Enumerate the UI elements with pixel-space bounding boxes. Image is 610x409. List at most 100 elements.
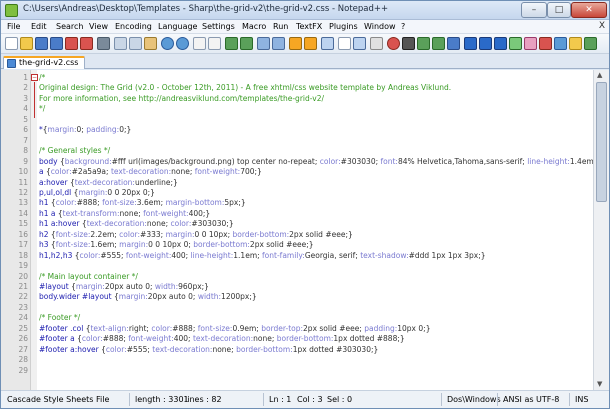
arrow-double-icon[interactable] <box>494 37 507 50</box>
maximize-button[interactable]: □ <box>547 2 571 18</box>
replace-icon[interactable] <box>208 37 221 50</box>
code-line[interactable]: 16 h2 {font-size:2.2em; color:#333; margi… <box>1 230 591 240</box>
play-multiple-macro-icon[interactable] <box>432 37 445 50</box>
code-line[interactable]: 24 /* Footer */ <box>1 313 591 323</box>
code-line[interactable]: 20 /* Main layout container */ <box>1 272 591 282</box>
plugin-blue-icon[interactable] <box>554 37 567 50</box>
line-number: 19 <box>18 261 28 271</box>
paste-icon[interactable] <box>144 37 157 50</box>
code-line[interactable]: 23 <box>1 303 591 313</box>
menu-plugins[interactable]: Plugins <box>329 22 358 31</box>
code-line[interactable]: 25 #footer .col {text-align:right; color:… <box>1 324 591 334</box>
menu-window[interactable]: Window <box>364 22 396 31</box>
doc-map-icon[interactable] <box>338 37 351 50</box>
close-file-icon[interactable] <box>65 37 78 50</box>
status-divider <box>497 393 498 406</box>
status-encoding[interactable]: ANSI as UTF-8 <box>503 395 559 404</box>
code-line[interactable]: 10 a {color:#2a5a9a; text-decoration:none… <box>1 167 591 177</box>
scrollbar-thumb[interactable] <box>596 82 607 202</box>
code-line[interactable]: 2 Original design: The Grid (v2.0 - Octob… <box>1 83 591 93</box>
title-bar[interactable]: C:\Users\Andreas\Desktop\Templates - Sha… <box>1 1 609 20</box>
code-token: none; <box>146 219 171 229</box>
plugin-green-icon[interactable] <box>584 37 597 50</box>
menu-file[interactable]: File <box>7 22 20 31</box>
menu-settings[interactable]: Settings <box>202 22 235 31</box>
code-line[interactable]: 18 h1,h2,h3 {color:#555; font-weight:400;… <box>1 251 591 261</box>
save-macro-icon[interactable] <box>447 37 460 50</box>
sync-scroll-icon[interactable] <box>257 37 270 50</box>
code-line[interactable]: 13 h1 {color:#888; font-size:3.6em; margi… <box>1 198 591 208</box>
code-line[interactable]: 26 #footer a {color:#888; font-weight:400… <box>1 334 591 344</box>
code-line[interactable]: 27 #footer a:hover {color:#555; text-deco… <box>1 345 591 355</box>
code-line[interactable]: 21 #layout {margin:20px auto 0; width:960… <box>1 282 591 292</box>
code-line[interactable]: 15 h1 a:hover {text-decoration:none; colo… <box>1 219 591 229</box>
menu-textfx[interactable]: TextFX <box>296 22 322 31</box>
code-line[interactable]: 8 /* General styles */ <box>1 146 591 156</box>
close-button[interactable]: ✕ <box>571 2 607 18</box>
menu-view[interactable]: View <box>89 22 108 31</box>
play-macro-icon[interactable] <box>417 37 430 50</box>
code-line[interactable]: 4 */ <box>1 104 591 114</box>
save-all-icon[interactable] <box>50 37 63 50</box>
find-icon[interactable] <box>193 37 206 50</box>
function-list-icon[interactable] <box>353 37 366 50</box>
show-all-chars-icon[interactable] <box>289 37 302 50</box>
udl-icon[interactable] <box>321 37 334 50</box>
tab-the-grid-v2-css[interactable]: the-grid-v2.css <box>3 56 85 69</box>
plugin-red-icon[interactable] <box>539 37 552 50</box>
indent-guide-icon[interactable] <box>304 37 317 50</box>
menu-edit[interactable]: Edit <box>31 22 47 31</box>
plugin-tool-icon[interactable] <box>509 37 522 50</box>
zoom-in-icon[interactable] <box>225 37 238 50</box>
status-insert-mode[interactable]: INS <box>575 395 588 404</box>
code-line[interactable]: 5 <box>1 115 591 125</box>
redo-icon[interactable] <box>176 37 189 50</box>
code-line[interactable]: 3 For more information, see http://andrea… <box>1 94 591 104</box>
arrow-down-icon[interactable] <box>479 37 492 50</box>
code-line[interactable]: 1 /* <box>1 73 591 83</box>
code-line[interactable]: 14 h1 a {text-transform:none; font-weight… <box>1 209 591 219</box>
stop-macro-icon[interactable] <box>402 37 415 50</box>
open-file-icon[interactable] <box>20 37 33 50</box>
menu-help[interactable]: ? <box>401 22 405 31</box>
menu-run[interactable]: Run <box>273 22 288 31</box>
menu-macro[interactable]: Macro <box>242 22 266 31</box>
scroll-up-icon[interactable]: ▲ <box>597 71 602 79</box>
record-macro-icon[interactable] <box>387 37 400 50</box>
code-line[interactable]: 9 body {background:#fff url(images/backgr… <box>1 157 601 167</box>
code-line[interactable]: 22 body.wider #layout {margin:20px auto 0… <box>1 292 591 302</box>
menu-encoding[interactable]: Encoding <box>115 22 152 31</box>
undo-icon[interactable] <box>161 37 174 50</box>
close-document-x[interactable]: X <box>599 21 605 31</box>
cut-icon[interactable] <box>114 37 127 50</box>
code-line[interactable]: 28 <box>1 355 591 365</box>
copy-icon[interactable] <box>129 37 142 50</box>
code-editor[interactable]: − 1/* 2 Original design: The Grid (v2.0 - … <box>1 70 609 390</box>
code-line[interactable]: 29 <box>1 366 591 376</box>
new-file-icon[interactable] <box>5 37 18 50</box>
print-icon[interactable] <box>97 37 110 50</box>
scroll-down-icon[interactable]: ▼ <box>597 380 602 388</box>
minimize-button[interactable]: – <box>521 2 547 18</box>
save-icon[interactable] <box>35 37 48 50</box>
code-line[interactable]: 11 a:hover {text-decoration:underline;} <box>1 178 591 188</box>
code-token: #layout <box>39 282 72 291</box>
zoom-out-icon[interactable] <box>240 37 253 50</box>
plugin-heart-icon[interactable] <box>524 37 537 50</box>
folder-workspace-icon[interactable] <box>370 37 383 50</box>
plugin-yellow-icon[interactable] <box>569 37 582 50</box>
arrow-up-icon[interactable] <box>464 37 477 50</box>
code-text: a:hover {text-decoration:underline;} <box>39 178 178 188</box>
vertical-scrollbar[interactable]: ▲ ▼ <box>593 70 609 390</box>
status-eol[interactable]: Dos\Windows <box>447 395 501 404</box>
code-line[interactable]: 7 <box>1 136 591 146</box>
menu-search[interactable]: Search <box>56 22 83 31</box>
word-wrap-icon[interactable] <box>272 37 285 50</box>
code-line[interactable]: 6 *{margin:0; padding:0;} <box>1 125 591 135</box>
code-line[interactable]: 12 p,ul,ol,dl {margin:0 0 20px 0;} <box>1 188 591 198</box>
menu-language[interactable]: Language <box>158 22 197 31</box>
code-token: #555; <box>100 250 126 260</box>
close-all-icon[interactable] <box>80 37 93 50</box>
code-line[interactable]: 17 h3 {font-size:1.6em; margin:0 0 10px 0… <box>1 240 591 250</box>
code-line[interactable]: 19 <box>1 261 591 271</box>
